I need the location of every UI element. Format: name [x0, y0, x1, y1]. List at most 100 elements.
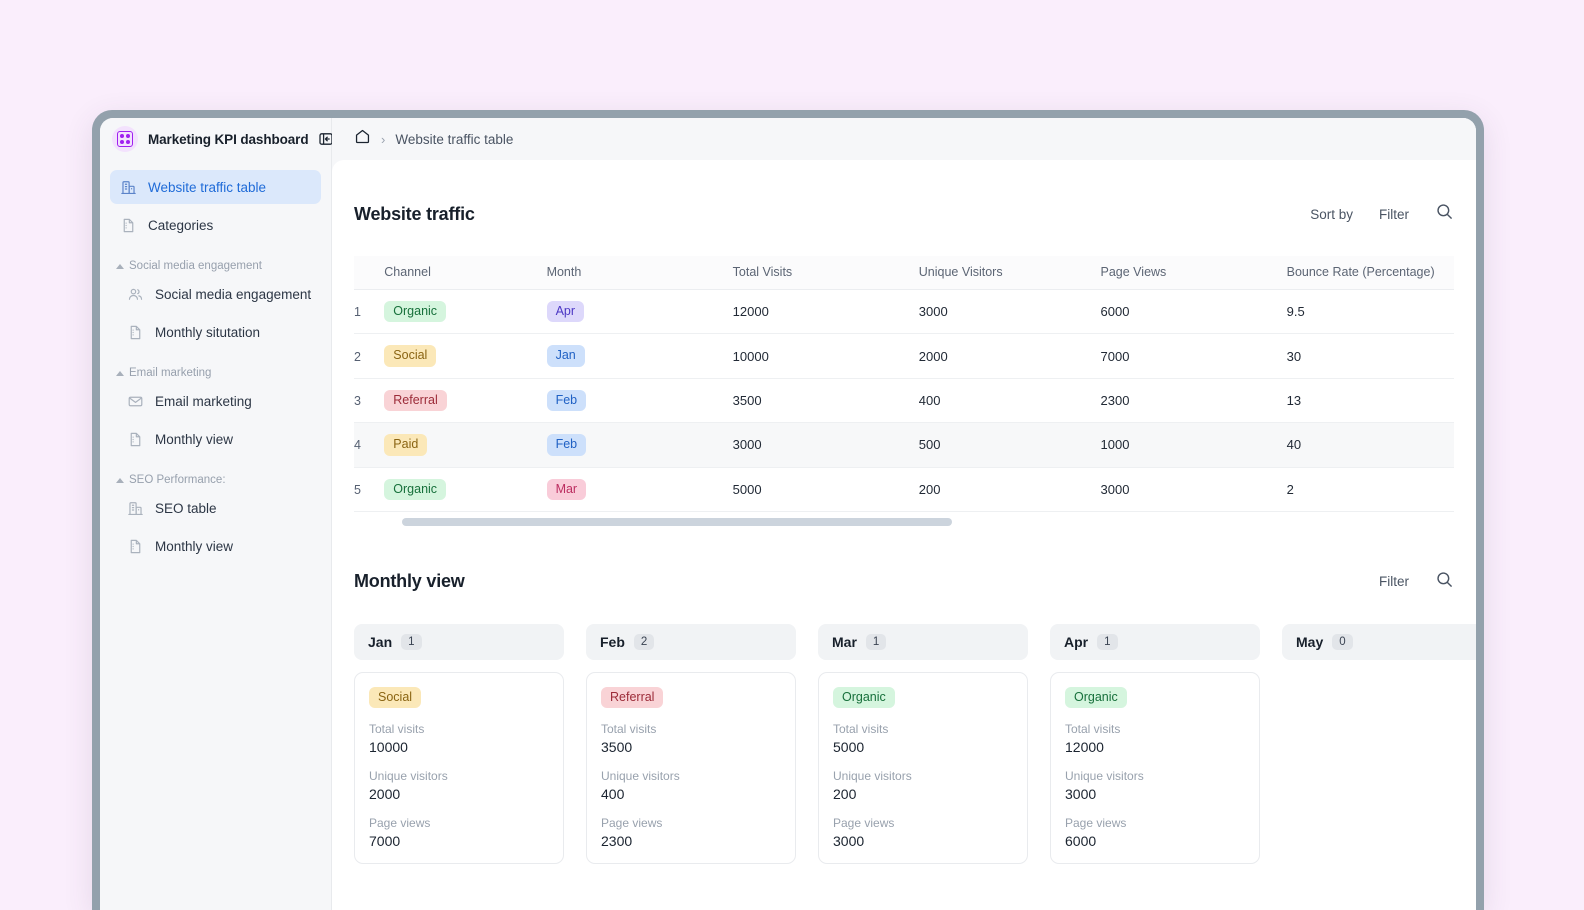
breadcrumb-separator: › [381, 131, 386, 147]
cell-month: Feb [546, 378, 733, 424]
card-total-visits-value: 10000 [369, 739, 408, 756]
cell-channel: Social [384, 333, 547, 379]
column-header-bounce-rate[interactable]: Bounce Rate (Percentage) [1286, 256, 1454, 290]
sidebar-group-seo-performance[interactable]: SEO Performance: [110, 460, 321, 491]
card-page-views-value: 2300 [601, 833, 633, 850]
cell-page-views: 1000 [1100, 422, 1287, 468]
kanban-column-apr: Apr 1 Organic Total visits 12000 Unique visit… [1050, 623, 1260, 865]
card-total-visits-label: Total visits [601, 722, 657, 737]
cell-unique-visitors: 500 [918, 422, 1101, 468]
month-badge: Jan [546, 345, 585, 367]
table-row[interactable]: 5OrganicMar5000200300023 [354, 467, 1454, 512]
kanban-column-header[interactable]: Apr 1 [1050, 623, 1260, 660]
card-unique-visitors-label: Unique visitors [833, 769, 912, 784]
filter-button[interactable]: Filter [1379, 207, 1409, 222]
table-row[interactable]: 4PaidFeb30005001000402 [354, 422, 1454, 468]
card-total-visits-label: Total visits [1065, 722, 1121, 737]
sidebar-item-email-marketing[interactable]: Email marketing [110, 384, 321, 418]
kanban-card[interactable]: Organic Total visits 12000 Unique visitors 3… [1050, 671, 1260, 865]
cell-month: Feb [546, 422, 733, 468]
table-row[interactable]: 1OrganicApr12000300060009.55 [354, 289, 1454, 335]
column-header-page-views[interactable]: Page Views [1100, 256, 1287, 290]
sidebar-item-label: Monthly view [155, 431, 234, 447]
cell-bounce-rate: 9.5 [1286, 289, 1454, 335]
kanban-card[interactable]: Organic Total visits 5000 Unique visitors 20… [818, 671, 1028, 865]
kanban-card[interactable]: Referral Total visits 3500 Unique visitors 4… [586, 671, 796, 865]
card-unique-visitors-label: Unique visitors [601, 769, 680, 784]
kanban-card[interactable]: Social Total visits 10000 Unique visitors 20… [354, 671, 564, 865]
sidebar-item-label: Website traffic table [148, 179, 267, 195]
kanban-column-header[interactable]: Jan 1 [354, 623, 564, 660]
kanban-column-header[interactable]: Feb 2 [586, 623, 796, 660]
document-icon [127, 431, 144, 448]
sidebar-item-monthly-situtation[interactable]: Monthly situtation [110, 315, 321, 349]
sidebar-item-monthly-view-email[interactable]: Monthly view [110, 422, 321, 456]
kanban-column-month: Mar [832, 633, 857, 650]
home-icon[interactable] [354, 128, 371, 150]
card-unique-visitors-value: 3000 [1065, 786, 1097, 803]
channel-badge: Organic [384, 301, 447, 323]
sidebar-group-social-media-engagement[interactable]: Social media engagement [110, 246, 321, 277]
cell-total-visits: 3500 [732, 378, 919, 424]
kanban-column-count: 2 [633, 633, 655, 650]
scrollbar-thumb[interactable] [402, 517, 952, 526]
sidebar-item-categories[interactable]: Categories [110, 208, 321, 242]
cell-month: Apr [546, 289, 733, 335]
sidebar-group-label: Email marketing [129, 367, 212, 379]
card-unique-visitors-value: 200 [833, 786, 857, 803]
cell-unique-visitors: 3000 [918, 289, 1101, 335]
month-badge: Apr [546, 301, 585, 323]
table-row[interactable]: 3ReferralFeb35004002300135 [354, 378, 1454, 424]
card-page-views-label: Page views [601, 816, 663, 831]
building-icon [120, 179, 137, 196]
breadcrumb: › Website traffic table [332, 118, 1476, 160]
search-icon[interactable] [1435, 202, 1454, 226]
sidebar-item-label: Email marketing [155, 393, 252, 409]
sidebar-item-label: Monthly view [155, 538, 234, 554]
content-card: Website traffic Sort by Filter Channel M… [332, 160, 1476, 910]
cell-unique-visitors: 200 [918, 467, 1101, 512]
search-icon[interactable] [1435, 570, 1454, 594]
kanban-column-header[interactable]: Mar 1 [818, 623, 1028, 660]
cell-total-visits: 5000 [732, 467, 919, 512]
cell-month: Mar [546, 467, 733, 512]
kanban-column-month: Feb [600, 633, 625, 650]
cell-bounce-rate: 40 [1286, 422, 1454, 468]
building-icon [127, 500, 144, 517]
channel-badge: Organic [1065, 686, 1127, 709]
column-header-unique-visitors[interactable]: Unique Visitors [918, 256, 1101, 290]
sidebar-group-email-marketing[interactable]: Email marketing [110, 353, 321, 384]
cell-channel: Organic [384, 467, 547, 512]
channel-badge: Referral [601, 686, 664, 709]
website-traffic-table: Channel Month Total Visits Unique Visito… [354, 256, 1454, 512]
card-page-views-value: 3000 [833, 833, 865, 850]
column-header-month[interactable]: Month [546, 256, 733, 290]
kanban-column-feb: Feb 2 Referral Total visits 3500 Unique visit… [586, 623, 796, 865]
monthly-filter-button[interactable]: Filter [1379, 574, 1409, 589]
sidebar-item-website-traffic-table[interactable]: Website traffic table [110, 170, 321, 204]
sort-by-button[interactable]: Sort by [1310, 207, 1353, 222]
breadcrumb-current[interactable]: Website traffic table [395, 132, 513, 147]
cell-bounce-rate: 2 [1286, 467, 1454, 512]
column-header-total-visits[interactable]: Total Visits [732, 256, 919, 290]
card-page-views-label: Page views [369, 816, 431, 831]
monthly-kanban-board: Jan 1 Social Total visits 10000 Unique visito… [354, 623, 1476, 865]
cell-channel: Paid [384, 422, 547, 468]
table-row[interactable]: 2SocialJan1000020007000304 [354, 333, 1454, 379]
cell-page-views: 2300 [1100, 378, 1287, 424]
sidebar-item-monthly-view-seo[interactable]: Monthly view [110, 529, 321, 563]
table-horizontal-scrollbar[interactable] [354, 516, 1454, 528]
cell-bounce-rate: 30 [1286, 333, 1454, 379]
sidebar-item-seo-table[interactable]: SEO table [110, 491, 321, 525]
card-unique-visitors-label: Unique visitors [369, 769, 448, 784]
column-header-channel[interactable]: Channel [384, 256, 547, 290]
envelope-icon [127, 393, 144, 410]
cell-channel: Organic [384, 289, 547, 335]
cell-unique-visitors: 2000 [918, 333, 1101, 379]
cell-month: Jan [546, 333, 733, 379]
channel-badge: Organic [833, 686, 895, 709]
kanban-column-header[interactable]: May 0 [1282, 623, 1476, 660]
sidebar: Marketing KPI dashboard Website traffic … [100, 118, 334, 910]
card-total-visits-label: Total visits [833, 722, 889, 737]
sidebar-item-social-media-engagement[interactable]: Social media engagement [110, 277, 321, 311]
